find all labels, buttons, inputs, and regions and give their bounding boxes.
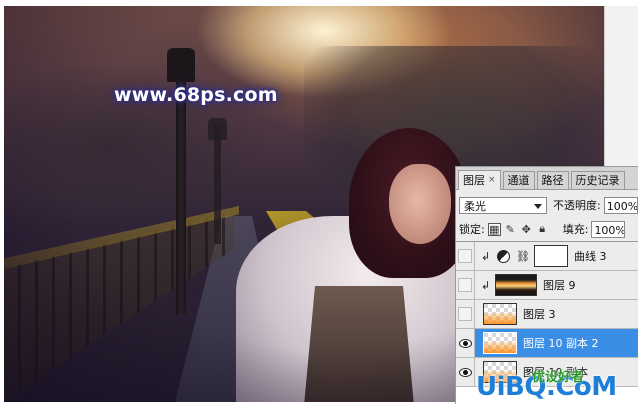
layer-name: 曲线 3 (573, 250, 607, 263)
panel-tabs: 图层 × 通道 路径 历史记录 (456, 167, 638, 190)
layer-row-layer-3[interactable]: 图层 3 (456, 300, 638, 329)
blend-row: 柔光 不透明度: 100% (459, 195, 638, 215)
layer-name: 图层 3 (523, 308, 556, 321)
tab-layers[interactable]: 图层 × (458, 170, 501, 190)
opacity-input[interactable]: 100% (603, 196, 638, 214)
site-logo-sub: 优设好者 (532, 370, 585, 385)
layer-row-layer-10-copy-2[interactable]: 图层 10 副本 2 (456, 329, 638, 358)
lock-transparent-pixels-icon[interactable]: ▦ (487, 222, 501, 236)
watermark-text: www.68ps.com (114, 84, 278, 106)
layer-name: 图层 9 (543, 279, 576, 292)
visibility-toggle[interactable] (456, 242, 475, 270)
layer-row-layer-9[interactable]: ↲ 图层 9 (456, 271, 638, 300)
layer-row-curves-3[interactable]: ↲ ⛓ 曲线 3 (456, 242, 638, 271)
eye-icon (458, 338, 472, 348)
canvas-side-area (604, 6, 638, 166)
adjustment-layer-icon (497, 249, 510, 263)
opacity-label: 不透明度: (553, 199, 601, 212)
layer-thumbnail[interactable] (483, 332, 517, 354)
layer-name: 图层 10 副本 2 (523, 337, 599, 350)
tab-channels-label: 通道 (507, 174, 530, 187)
clipping-arrow-icon: ↲ (481, 278, 491, 292)
close-icon[interactable]: × (488, 172, 496, 189)
lock-all-icon[interactable]: 🔒︎ (536, 222, 549, 236)
blend-mode-select[interactable]: 柔光 (459, 196, 547, 214)
tab-paths-label: 路径 (541, 174, 564, 187)
lock-image-pixels-icon[interactable]: ✎ (504, 223, 517, 236)
adjustment-icons: ⛓ (497, 249, 530, 263)
layer-thumbnail[interactable] (495, 274, 537, 296)
visibility-toggle[interactable] (456, 358, 475, 386)
eye-icon (458, 367, 472, 377)
blend-mode-value: 柔光 (464, 199, 486, 213)
tab-history-label: 历史记录 (575, 174, 620, 187)
visibility-toggle[interactable] (456, 329, 475, 357)
tab-history[interactable]: 历史记录 (570, 171, 625, 189)
visibility-toggle[interactable] (456, 300, 475, 328)
site-logo: UiBQ.CoM 优设好者 (476, 364, 636, 402)
tab-layers-label: 图层 (463, 174, 485, 187)
fill-input[interactable]: 100% (591, 220, 626, 238)
lock-row: 锁定: ▦ ✎ ✥ 🔒︎ 填充: 100% (459, 219, 638, 239)
visibility-off-icon (458, 278, 472, 292)
tab-channels[interactable]: 通道 (502, 171, 535, 189)
clipping-arrow-icon: ↲ (481, 249, 491, 263)
layer-thumbnail[interactable] (483, 303, 517, 325)
visibility-off-icon (458, 307, 472, 321)
lock-label: 锁定: (459, 223, 485, 236)
visibility-toggle[interactable] (456, 271, 475, 299)
chevron-down-icon (534, 203, 542, 209)
chain-link-icon[interactable]: ⛓ (516, 250, 530, 263)
tab-paths[interactable]: 路径 (536, 171, 569, 189)
visibility-off-icon (458, 249, 472, 263)
layer-mask-thumbnail[interactable] (533, 245, 568, 267)
lock-position-icon[interactable]: ✥ (520, 223, 533, 236)
fill-label: 填充: (562, 223, 589, 236)
